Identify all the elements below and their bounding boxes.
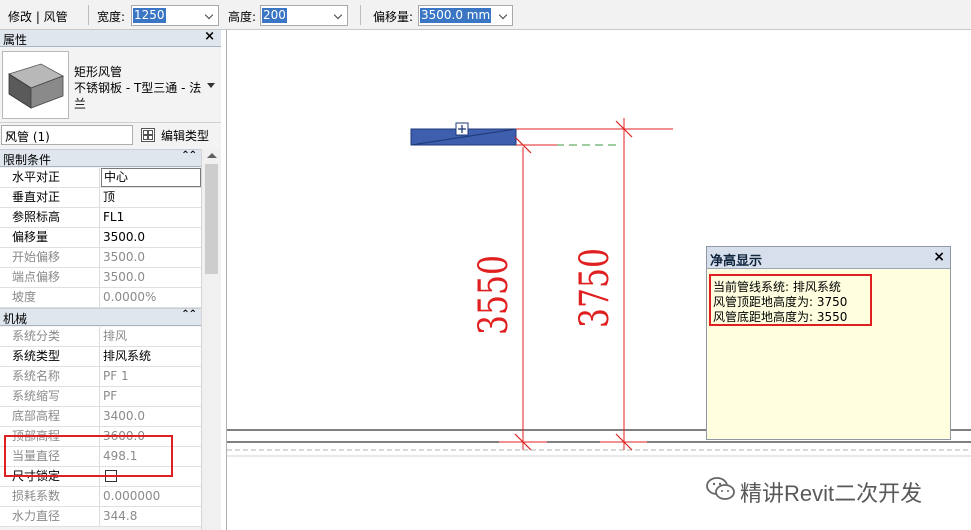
property-value[interactable]: FL1 xyxy=(101,208,201,227)
clearance-display-window[interactable]: 净高显示 × 当前管线系统: 排风系统 风管顶距地高度为: 3750 风管底距地… xyxy=(706,246,951,440)
watermark: 精讲Revit二次开发 xyxy=(706,470,956,510)
property-value: 3500.0 xyxy=(103,270,145,284)
property-value: PF xyxy=(103,389,118,403)
property-row: 水力直径 344.8 xyxy=(0,507,201,527)
elevation-highlight-box xyxy=(4,435,173,477)
edit-type-label: 编辑类型 xyxy=(161,129,210,143)
width-value[interactable]: 1250 xyxy=(133,8,166,23)
property-value-input[interactable]: 中心 xyxy=(101,168,201,187)
offset-combo[interactable]: 3500.0 mm xyxy=(418,5,513,26)
close-icon[interactable]: × xyxy=(204,29,215,44)
property-value: 排风 xyxy=(103,329,128,343)
dropdown-arrow-icon[interactable] xyxy=(207,83,215,88)
property-row: 坡度 0.0000% xyxy=(0,288,201,308)
edit-type-button[interactable]: 编辑类型 xyxy=(139,125,219,145)
property-row[interactable]: 垂直对正 顶 xyxy=(0,188,201,208)
separator xyxy=(360,5,361,25)
chevron-down-icon[interactable] xyxy=(5,128,17,142)
collapse-icon[interactable]: ⌃⌃ xyxy=(181,150,197,161)
popup-title: 净高显示 xyxy=(710,254,763,269)
offset-value[interactable]: 3500.0 mm xyxy=(420,8,492,23)
scroll-up-icon[interactable] xyxy=(207,153,217,158)
property-row: 损耗系数 0.000000 xyxy=(0,487,201,507)
height-combo[interactable]: 200 xyxy=(260,5,348,26)
property-key: 参照标高 xyxy=(0,208,100,227)
options-bar: 修改 | 风管 宽度: 1250 高度: 200 偏移量: 3500.0 mm xyxy=(0,0,971,30)
instance-filter-dropdown[interactable]: 风管 (1) xyxy=(1,125,133,145)
property-value: PF 1 xyxy=(103,369,129,383)
property-key: 开始偏移 xyxy=(0,248,100,267)
properties-panel: 属性 × 矩形风管 不锈钢板 - T型三通 - 法 兰 风管 (1) 编辑类型 … xyxy=(0,29,221,530)
property-row[interactable]: 水平对正 中心 xyxy=(0,168,201,188)
group-header-mechanical[interactable]: 机械 ⌃⌃ xyxy=(0,308,201,326)
group-title: 机械 xyxy=(3,312,28,326)
instance-selector-bar: 风管 (1) 编辑类型 xyxy=(0,123,221,149)
property-key: 系统类型 xyxy=(0,347,100,366)
height-label: 高度: xyxy=(228,10,257,24)
separator xyxy=(88,5,89,25)
chevron-down-icon[interactable] xyxy=(333,9,345,22)
duct-thumbnail-icon xyxy=(2,51,69,119)
property-key: 坡度 xyxy=(0,288,100,307)
property-value: 3400.0 xyxy=(103,409,145,423)
chevron-down-icon[interactable] xyxy=(498,9,510,22)
group-header-constraints[interactable]: 限制条件 ⌃⌃ xyxy=(0,149,201,167)
property-row: 端点偏移 3500.0 xyxy=(0,268,201,288)
property-key: 水力直径 xyxy=(0,507,100,526)
group-title: 限制条件 xyxy=(3,153,52,167)
dimension-text-left: 3550 xyxy=(471,255,517,335)
property-key: 偏移量 xyxy=(0,228,100,247)
property-value[interactable]: 3500.0 xyxy=(101,228,201,247)
collapse-icon[interactable]: ⌃⌃ xyxy=(181,309,197,320)
family-name: 矩形风管 xyxy=(74,65,123,79)
property-value: 0.000000 xyxy=(103,489,161,503)
property-row: 底部高程 3400.0 xyxy=(0,407,201,427)
popup-titlebar[interactable]: 净高显示 × xyxy=(707,247,950,269)
property-key: 系统缩写 xyxy=(0,387,100,406)
info-highlight-box xyxy=(709,274,872,326)
property-value: 344.8 xyxy=(103,509,138,523)
dimension-text-right: 3750 xyxy=(572,248,618,328)
wechat-icon xyxy=(706,477,735,500)
watermark-text: 精讲Revit二次开发 xyxy=(740,481,923,506)
property-value: 0.0000% xyxy=(103,290,157,304)
property-row: 系统分类 排风 xyxy=(0,327,201,347)
context-label: 修改 | 风管 xyxy=(8,10,68,24)
close-icon[interactable]: × xyxy=(933,249,945,265)
property-key: 系统名称 xyxy=(0,367,100,386)
edit-type-icon xyxy=(141,128,155,142)
type-selector[interactable]: 矩形风管 不锈钢板 - T型三通 - 法 兰 xyxy=(0,47,221,123)
property-row: 开始偏移 3500.0 xyxy=(0,248,201,268)
properties-header: 属性 × xyxy=(0,29,221,47)
property-value: 3500.0 xyxy=(103,250,145,264)
type-name-cont: 兰 xyxy=(74,97,87,111)
property-key: 垂直对正 xyxy=(0,188,100,207)
chevron-down-icon[interactable] xyxy=(204,9,216,22)
property-row[interactable]: 偏移量 3500.0 xyxy=(0,228,201,248)
type-name: 不锈钢板 - T型三通 - 法 xyxy=(74,81,202,95)
property-row: 系统名称 PF 1 xyxy=(0,367,201,387)
scroll-thumb[interactable] xyxy=(205,164,218,274)
properties-scrollbar[interactable] xyxy=(201,149,221,530)
property-key: 系统分类 xyxy=(0,327,100,346)
property-row: 系统缩写 PF xyxy=(0,387,201,407)
property-row[interactable]: 参照标高 FL1 xyxy=(0,208,201,228)
properties-title: 属性 xyxy=(3,33,28,47)
offset-label: 偏移量: xyxy=(373,10,414,24)
property-row[interactable]: 系统类型 排风系统 xyxy=(0,347,201,367)
width-label: 宽度: xyxy=(97,10,126,24)
property-value[interactable]: 顶 xyxy=(101,188,201,207)
width-combo[interactable]: 1250 xyxy=(131,5,219,26)
height-value[interactable]: 200 xyxy=(262,8,287,23)
property-value[interactable]: 排风系统 xyxy=(101,347,201,366)
property-key: 底部高程 xyxy=(0,407,100,426)
property-key: 端点偏移 xyxy=(0,268,100,287)
property-key: 损耗系数 xyxy=(0,487,100,506)
property-key: 水平对正 xyxy=(0,168,100,187)
